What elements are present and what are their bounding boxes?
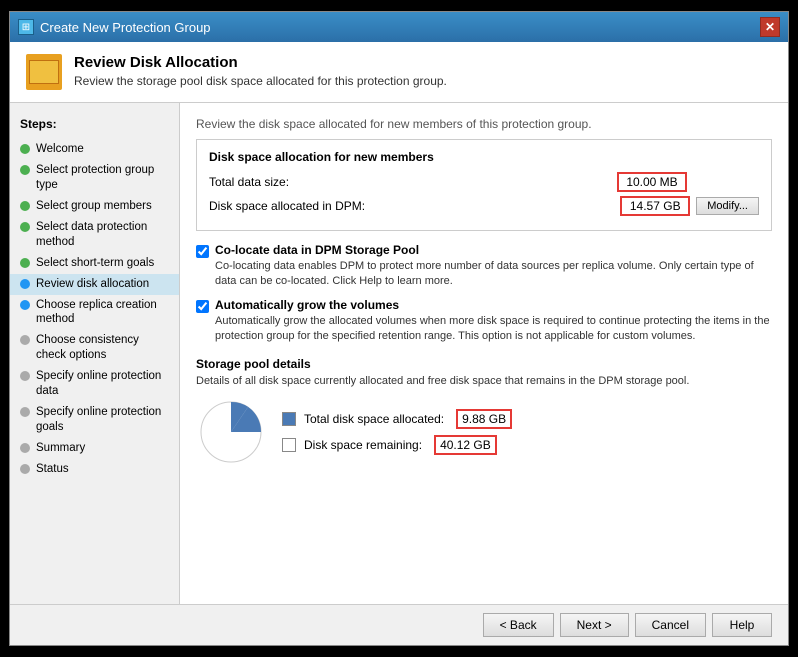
sidebar-item-label-review-disk-allocation: Review disk allocation bbox=[36, 277, 149, 292]
step-dot-protection-group-type bbox=[20, 165, 30, 175]
sidebar-item-status[interactable]: Status bbox=[10, 459, 179, 480]
allocated-legend-row: Total disk space allocated: 9.88 GB bbox=[282, 409, 512, 429]
header-section: Review Disk Allocation Review the storag… bbox=[10, 42, 788, 103]
cancel-button[interactable]: Cancel bbox=[635, 613, 706, 637]
intro-text: Review the disk space allocated for new … bbox=[196, 117, 772, 131]
content-area: Steps: Welcome Select protection group t… bbox=[10, 103, 788, 604]
close-button[interactable]: ✕ bbox=[760, 17, 780, 37]
main-window: ⊞ Create New Protection Group ✕ Review D… bbox=[9, 11, 789, 646]
checkbox-section: Co-locate data in DPM Storage Pool Co-lo… bbox=[196, 243, 772, 345]
sidebar-item-label-data-protection-method: Select data protection method bbox=[36, 220, 169, 250]
sidebar-item-label-online-protection-data: Specify online protection data bbox=[36, 369, 169, 399]
sidebar-item-data-protection-method[interactable]: Select data protection method bbox=[10, 217, 179, 253]
footer: < Back Next > Cancel Help bbox=[10, 604, 788, 645]
modify-button[interactable]: Modify... bbox=[696, 197, 759, 215]
back-button[interactable]: < Back bbox=[483, 613, 554, 637]
sidebar-item-label-choose-replica-creation: Choose replica creation method bbox=[36, 298, 169, 328]
total-data-row: Total data size: 10.00 MB bbox=[209, 172, 759, 192]
step-dot-choose-replica-creation bbox=[20, 300, 30, 310]
header-icon bbox=[26, 54, 62, 90]
sidebar-item-review-disk-allocation[interactable]: Review disk allocation bbox=[10, 274, 179, 295]
disk-space-value: 14.57 GB bbox=[620, 196, 690, 216]
remaining-legend-row: Disk space remaining: 40.12 GB bbox=[282, 435, 512, 455]
sidebar-item-online-protection-data[interactable]: Specify online protection data bbox=[10, 366, 179, 402]
sidebar: Steps: Welcome Select protection group t… bbox=[10, 103, 180, 604]
total-data-value: 10.00 MB bbox=[617, 172, 687, 192]
step-dot-consistency-check bbox=[20, 335, 30, 345]
sidebar-item-group-members[interactable]: Select group members bbox=[10, 196, 179, 217]
step-dot-welcome bbox=[20, 144, 30, 154]
sidebar-item-label-status: Status bbox=[36, 462, 69, 477]
sidebar-item-label-short-term-goals: Select short-term goals bbox=[36, 256, 154, 271]
allocation-box-title: Disk space allocation for new members bbox=[209, 150, 759, 164]
step-dot-review-disk-allocation bbox=[20, 279, 30, 289]
sidebar-item-choose-replica-creation[interactable]: Choose replica creation method bbox=[10, 295, 179, 331]
pool-desc: Details of all disk space currently allo… bbox=[196, 375, 772, 387]
remaining-legend-label: Disk space remaining: bbox=[304, 438, 422, 452]
help-button[interactable]: Help bbox=[712, 613, 772, 637]
step-dot-summary bbox=[20, 443, 30, 453]
sidebar-item-label-welcome: Welcome bbox=[36, 142, 84, 157]
sidebar-item-label-online-protection-goals: Specify online protection goals bbox=[36, 405, 169, 435]
colocate-desc: Co-locating data enables DPM to protect … bbox=[215, 259, 772, 290]
header-text: Review Disk Allocation Review the storag… bbox=[74, 54, 447, 88]
allocated-legend-value: 9.88 GB bbox=[456, 409, 512, 429]
sidebar-item-label-protection-group-type: Select protection group type bbox=[36, 163, 169, 193]
colocate-label: Co-locate data in DPM Storage Pool bbox=[215, 243, 772, 257]
header-description: Review the storage pool disk space alloc… bbox=[74, 74, 447, 88]
steps-label: Steps: bbox=[10, 113, 179, 139]
title-bar: ⊞ Create New Protection Group ✕ bbox=[10, 12, 788, 42]
folder-icon bbox=[29, 60, 59, 84]
title-bar-left: ⊞ Create New Protection Group bbox=[18, 19, 211, 35]
pool-legend: Total disk space allocated: 9.88 GB Disk… bbox=[282, 409, 512, 455]
auto-grow-checkbox[interactable] bbox=[196, 300, 209, 313]
pie-chart bbox=[196, 397, 266, 467]
sidebar-item-consistency-check[interactable]: Choose consistency check options bbox=[10, 330, 179, 366]
auto-grow-checkbox-row: Automatically grow the volumes Automatic… bbox=[196, 298, 772, 345]
auto-grow-desc: Automatically grow the allocated volumes… bbox=[215, 314, 772, 345]
colocate-checkbox-row: Co-locate data in DPM Storage Pool Co-lo… bbox=[196, 243, 772, 290]
sidebar-item-summary[interactable]: Summary bbox=[10, 438, 179, 459]
colocate-text: Co-locate data in DPM Storage Pool Co-lo… bbox=[215, 243, 772, 290]
storage-pool-section: Storage pool details Details of all disk… bbox=[196, 357, 772, 467]
sidebar-item-online-protection-goals[interactable]: Specify online protection goals bbox=[10, 402, 179, 438]
auto-grow-text: Automatically grow the volumes Automatic… bbox=[215, 298, 772, 345]
pool-title: Storage pool details bbox=[196, 357, 772, 371]
sidebar-item-label-consistency-check: Choose consistency check options bbox=[36, 333, 169, 363]
sidebar-item-protection-group-type[interactable]: Select protection group type bbox=[10, 160, 179, 196]
step-dot-online-protection-data bbox=[20, 371, 30, 381]
allocation-box: Disk space allocation for new members To… bbox=[196, 139, 772, 231]
step-dot-short-term-goals bbox=[20, 258, 30, 268]
sidebar-item-welcome[interactable]: Welcome bbox=[10, 139, 179, 160]
header-title: Review Disk Allocation bbox=[74, 54, 447, 71]
sidebar-item-label-group-members: Select group members bbox=[36, 199, 152, 214]
main-content: Review the disk space allocated for new … bbox=[180, 103, 788, 604]
disk-space-row: Disk space allocated in DPM: 14.57 GB Mo… bbox=[209, 196, 759, 216]
step-dot-data-protection-method bbox=[20, 222, 30, 232]
total-data-label: Total data size: bbox=[209, 175, 617, 189]
pool-details: Total disk space allocated: 9.88 GB Disk… bbox=[196, 397, 772, 467]
remaining-legend-box bbox=[282, 438, 296, 452]
remaining-legend-value: 40.12 GB bbox=[434, 435, 497, 455]
step-dot-online-protection-goals bbox=[20, 407, 30, 417]
sidebar-item-label-summary: Summary bbox=[36, 441, 85, 456]
auto-grow-label: Automatically grow the volumes bbox=[215, 298, 772, 312]
window-title: Create New Protection Group bbox=[40, 20, 211, 35]
allocated-legend-label: Total disk space allocated: bbox=[304, 412, 444, 426]
disk-space-label: Disk space allocated in DPM: bbox=[209, 199, 620, 213]
step-dot-group-members bbox=[20, 201, 30, 211]
sidebar-item-short-term-goals[interactable]: Select short-term goals bbox=[10, 253, 179, 274]
step-dot-status bbox=[20, 464, 30, 474]
next-button[interactable]: Next > bbox=[560, 613, 629, 637]
allocated-legend-box bbox=[282, 412, 296, 426]
app-icon: ⊞ bbox=[18, 19, 34, 35]
colocate-checkbox[interactable] bbox=[196, 245, 209, 258]
